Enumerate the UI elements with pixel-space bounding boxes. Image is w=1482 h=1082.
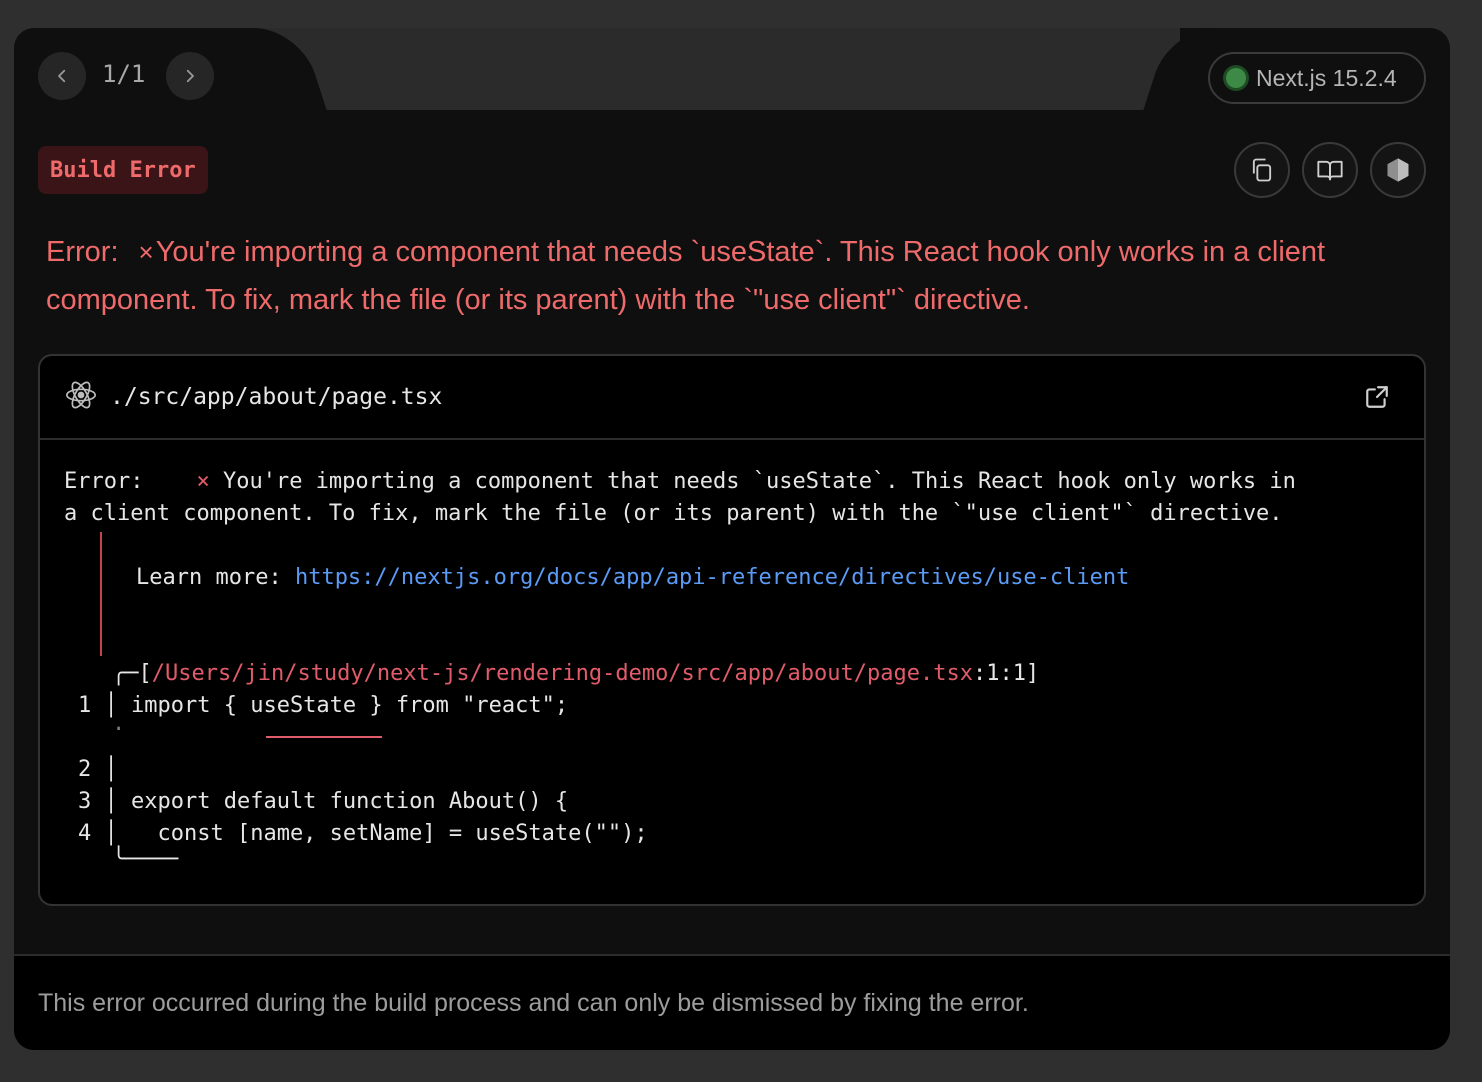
code-error-line-2: a client component. To fix, mark the fil…: [64, 501, 1283, 526]
build-error-badge: Build Error: [38, 146, 208, 194]
nodejs-inspector-button[interactable]: [1370, 142, 1426, 198]
code-frame-header: ./src/app/about/page.tsx: [40, 356, 1424, 440]
chevron-left-icon: [58, 69, 66, 83]
cross-icon: ×: [138, 237, 154, 267]
error-message: You're importing a component that needs …: [46, 236, 1326, 316]
error-description: Error: ×You're importing a component that…: [46, 228, 1426, 324]
code-error-line-1: Error: × You're importing a component th…: [64, 469, 1296, 494]
docs-button[interactable]: [1302, 142, 1358, 198]
code-line: 3 │ export default function About() {: [78, 789, 569, 814]
react-icon: [64, 378, 98, 417]
learn-more-link[interactable]: https://nextjs.org/docs/app/api-referenc…: [295, 565, 1129, 590]
previous-error-button[interactable]: [38, 52, 86, 100]
open-in-editor-icon[interactable]: [1364, 384, 1390, 415]
location-path: /Users/jin/study/next-js/rendering-demo/…: [151, 661, 973, 686]
error-prefix: Error:: [46, 236, 119, 268]
code-frame: ./src/app/about/page.tsx Error: × You're…: [38, 354, 1426, 906]
code-frame-body: Error: × You're importing a component th…: [40, 440, 1424, 904]
footer-message: This error occurred during the build pro…: [38, 988, 1029, 1017]
overlay-footer: This error occurred during the build pro…: [14, 954, 1450, 1050]
nextjs-version-badge[interactable]: Next.js 15.2.4: [1208, 52, 1426, 104]
copy-icon: [1252, 158, 1272, 182]
next-error-button[interactable]: [166, 52, 214, 100]
code-line: 2 │: [78, 757, 131, 782]
learn-more-line: Learn more: https://nextjs.org/docs/app/…: [136, 565, 1130, 590]
version-label: Next.js 15.2.4: [1256, 64, 1397, 91]
cross-icon: ×: [196, 469, 210, 494]
error-overlay-dialog: 1/1 Next.js 15.2.4 Build Error Error: ×Yo…: [14, 28, 1450, 1050]
book-icon: [1317, 160, 1343, 181]
code-frame-closing: ╰────: [112, 847, 179, 872]
copy-error-button[interactable]: [1234, 142, 1290, 198]
error-location: ╭─[/Users/jin/study/next-js/rendering-de…: [112, 661, 1040, 686]
error-gutter-bar: [100, 532, 102, 656]
nodejs-icon: [1387, 158, 1409, 182]
status-dot-icon: [1226, 68, 1246, 88]
error-pager-count: 1/1: [102, 60, 146, 88]
file-path: ./src/app/about/page.tsx: [110, 384, 443, 410]
overlay-topbar: 1/1 Next.js 15.2.4: [14, 28, 1450, 110]
line-marker-dot: ·: [112, 717, 126, 742]
error-underline: [266, 736, 382, 738]
code-line: 1 │ import { useState } from "react";: [78, 693, 569, 718]
chevron-right-icon: [186, 69, 194, 83]
